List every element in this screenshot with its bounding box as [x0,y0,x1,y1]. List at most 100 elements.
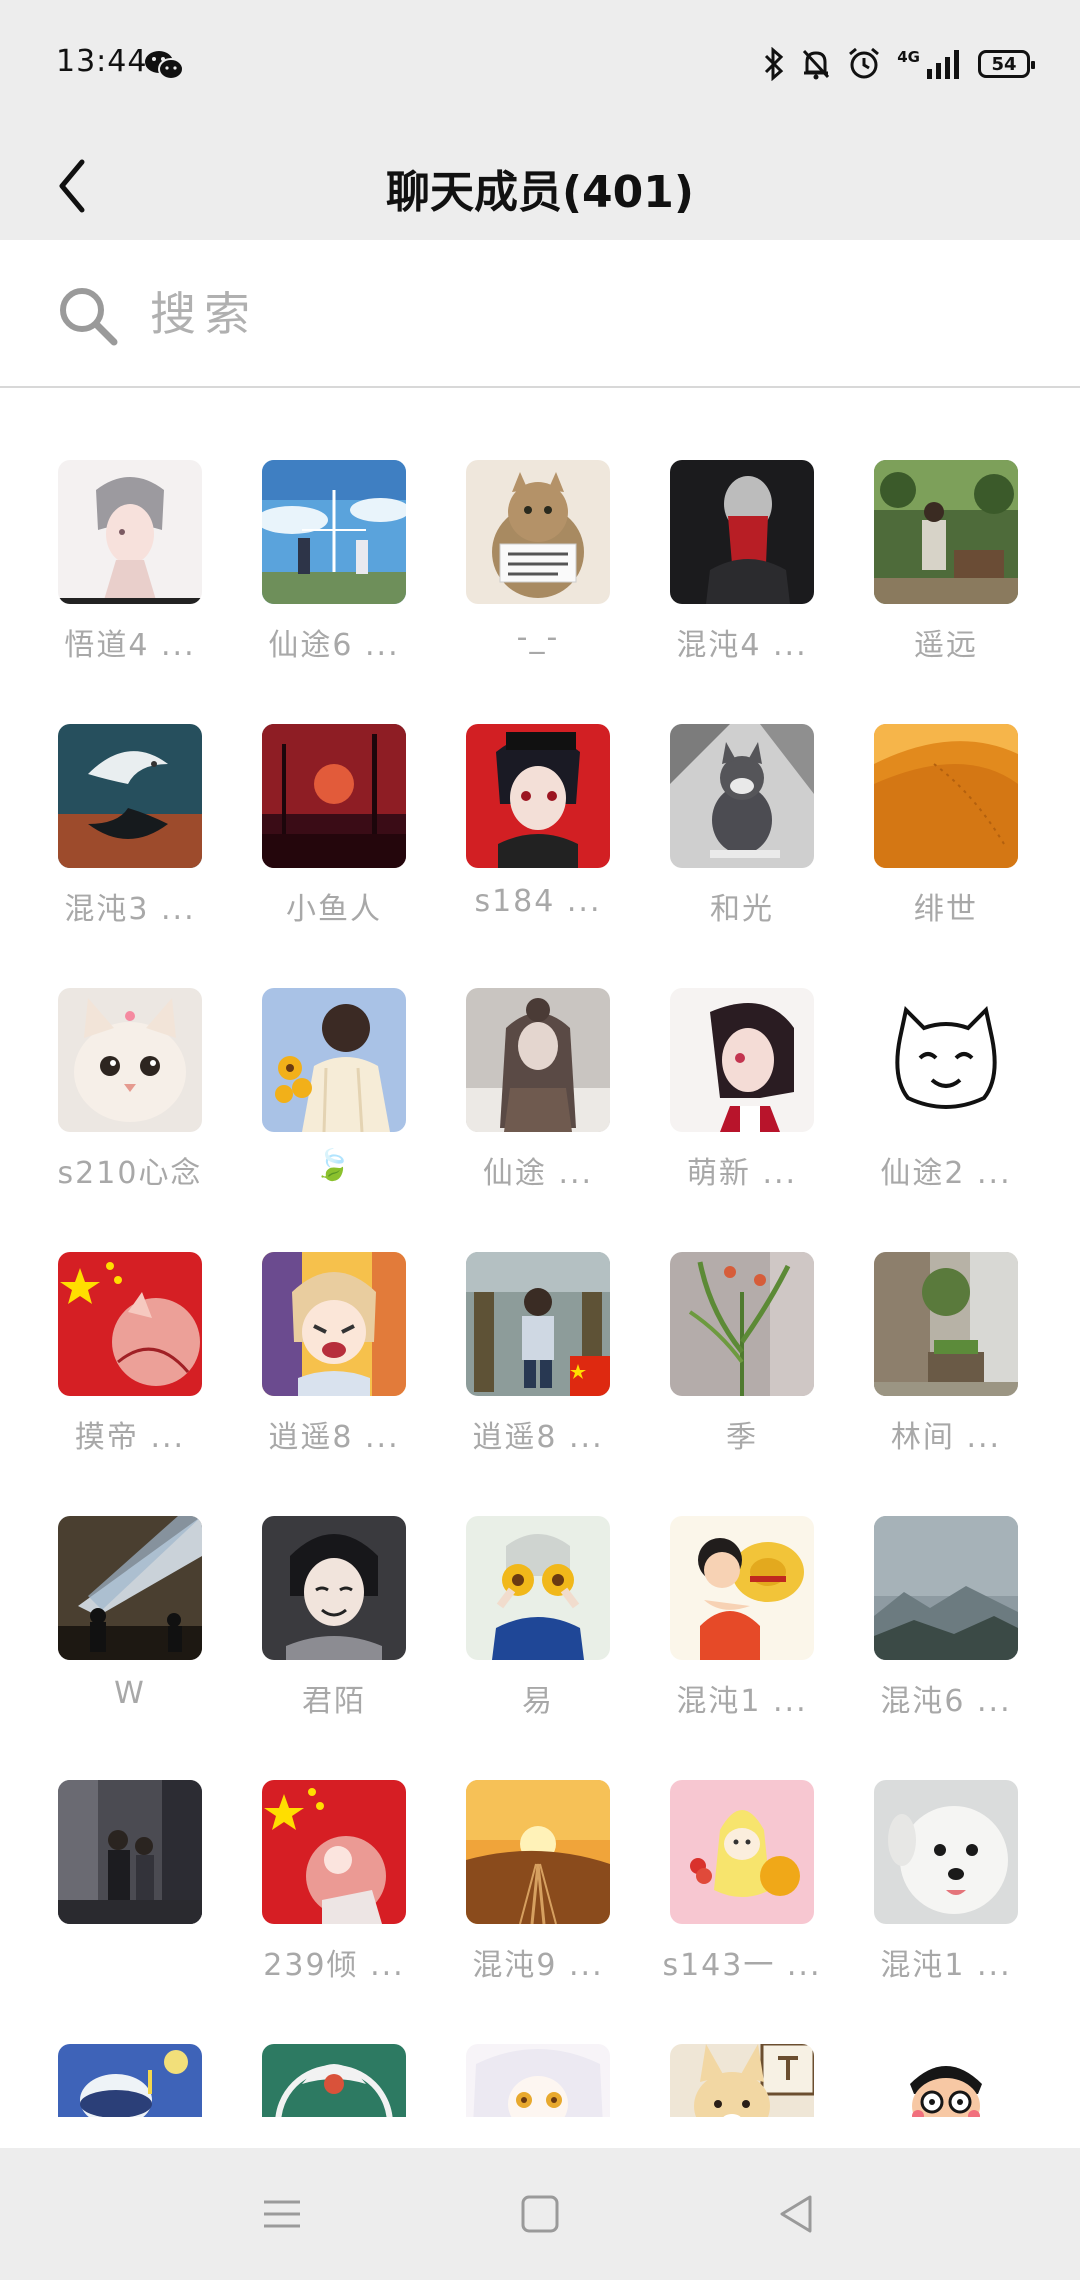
member-name: 遥远 [914,628,978,663]
member-avatar[interactable] [874,1780,1018,1924]
member-avatar[interactable] [466,1252,610,1396]
member-item[interactable]: 仙途 ... [436,988,640,1238]
member-name: 逍遥8 ... [472,1420,604,1455]
member-item[interactable]: 混沌9 ... [436,1780,640,2030]
member-avatar[interactable] [262,1252,406,1396]
member-grid[interactable]: 悟道4 ... 仙途6 ... -_- 混沌4 ... 遥远混沌3 ... 小鱼人 s184… [0,390,1080,2117]
member-avatar[interactable] [874,2044,1018,2117]
member-item[interactable]: 小鱼人 [232,724,436,974]
system-nav-bar [0,2148,1080,2280]
member-name: 仙途 ... [482,1156,594,1191]
member-avatar[interactable] [58,1780,202,1924]
network-label: 4G [897,48,920,66]
member-avatar[interactable] [670,2044,814,2117]
member-item[interactable] [232,2044,436,2117]
member-item[interactable] [640,2044,844,2117]
member-avatar[interactable] [874,724,1018,868]
member-item[interactable]: 君陌 [232,1516,436,1766]
member-avatar[interactable] [466,460,610,604]
member-avatar[interactable] [466,1780,610,1924]
member-item[interactable]: 林间 ... [844,1252,1048,1502]
member-avatar[interactable] [262,460,406,604]
member-item[interactable]: 混沌1 ... [844,1780,1048,2030]
member-item[interactable]: 混沌4 ... [640,460,844,710]
member-avatar[interactable] [874,1516,1018,1660]
member-avatar[interactable] [670,1780,814,1924]
home-square-icon [521,2195,559,2233]
member-name: 萌新 ... [686,1156,798,1191]
member-avatar[interactable] [262,988,406,1132]
member-avatar[interactable] [670,1516,814,1660]
member-item[interactable] [436,2044,640,2117]
signal-icon [926,49,962,79]
member-name: 小鱼人 [286,892,382,927]
member-item[interactable]: 摸帝 ... [28,1252,232,1502]
member-name: 混沌1 ... [880,1948,1012,1983]
member-item[interactable]: 混沌1 ... [640,1516,844,1766]
member-avatar[interactable] [670,988,814,1132]
member-item[interactable]: 悟道4 ... [28,460,232,710]
member-avatar[interactable] [466,1516,610,1660]
member-avatar[interactable] [58,724,202,868]
member-item[interactable] [28,2044,232,2117]
member-avatar[interactable] [58,988,202,1132]
member-name: 逍遥8 ... [268,1420,400,1455]
member-avatar[interactable] [874,1252,1018,1396]
member-avatar[interactable] [874,988,1018,1132]
member-item[interactable] [28,1780,232,2030]
search-icon [56,284,120,348]
wechat-icon [144,48,184,82]
member-avatar[interactable] [466,724,610,868]
member-item[interactable]: -_- [436,460,640,710]
member-avatar[interactable] [262,2044,406,2117]
member-item[interactable]: 季 [640,1252,844,1502]
member-avatar[interactable] [262,1780,406,1924]
member-avatar[interactable] [58,1252,202,1396]
member-item[interactable]: s210心念 [28,988,232,1238]
member-item[interactable]: 萌新 ... [640,988,844,1238]
member-avatar[interactable] [262,1516,406,1660]
member-avatar[interactable] [466,988,610,1132]
search-bar [0,240,1080,388]
member-item[interactable]: s143一 ... [640,1780,844,2030]
member-name: s143一 ... [662,1948,822,1983]
member-item[interactable]: 混沌6 ... [844,1516,1048,1766]
member-item[interactable]: 混沌3 ... [28,724,232,974]
battery-icon: 54 [978,50,1035,78]
member-name: 🍃 [314,1148,354,1183]
member-item[interactable]: 和光 [640,724,844,974]
back-triangle-icon [780,2195,812,2233]
member-item[interactable]: 239倾 ... [232,1780,436,2030]
member-avatar[interactable] [58,2044,202,2117]
member-avatar[interactable] [262,724,406,868]
member-item[interactable]: 遥远 [844,460,1048,710]
member-item[interactable] [844,2044,1048,2117]
member-name: 绯世 [914,892,978,927]
bell-off-icon [801,48,831,80]
member-name: s210心念 [57,1156,203,1191]
member-item[interactable]: 绯世 [844,724,1048,974]
member-item[interactable]: 仙途6 ... [232,460,436,710]
member-name: 悟道4 ... [64,628,196,663]
member-item[interactable]: s184 ... [436,724,640,974]
member-item[interactable]: 逍遥8 ... [232,1252,436,1502]
member-item[interactable]: 🍃 [232,988,436,1238]
member-avatar[interactable] [670,724,814,868]
member-avatar[interactable] [670,460,814,604]
member-item[interactable]: 易 [436,1516,640,1766]
member-avatar[interactable] [874,460,1018,604]
home-button[interactable] [508,2182,572,2246]
search-input[interactable] [150,276,1030,352]
member-name: 摸帝 ... [74,1420,186,1455]
member-avatar[interactable] [466,2044,610,2117]
member-avatar[interactable] [58,460,202,604]
header: 聊天成员(401) [0,128,1080,240]
member-item[interactable]: 仙途2 ... [844,988,1048,1238]
member-avatar[interactable] [58,1516,202,1660]
member-name: 和光 [710,892,774,927]
member-item[interactable]: 逍遥8 ... [436,1252,640,1502]
member-item[interactable]: W [28,1516,232,1766]
menu-button[interactable] [250,2182,314,2246]
member-avatar[interactable] [670,1252,814,1396]
back-nav-button[interactable] [764,2182,828,2246]
